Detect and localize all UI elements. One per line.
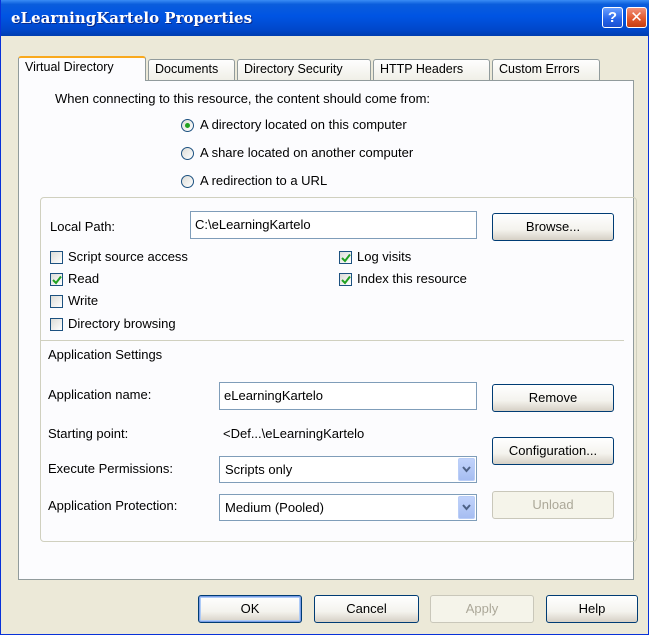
radio-local-directory[interactable] <box>181 119 194 132</box>
browse-button[interactable]: Browse... <box>492 213 614 241</box>
window-title: eLearningKartelo Properties <box>11 9 253 27</box>
radio-label-network-share[interactable]: A share located on another computer <box>200 145 413 160</box>
remove-button[interactable]: Remove <box>492 384 614 412</box>
unload-button[interactable]: Unload <box>492 491 614 519</box>
starting-point-value: <Def...\eLearningKartelo <box>223 426 365 441</box>
help-button[interactable]: Help <box>546 595 638 623</box>
label-write[interactable]: Write <box>68 293 98 308</box>
application-name-label: Application name: <box>48 387 152 402</box>
title-bar[interactable]: eLearningKartelo Properties ? ✕ <box>1 0 649 36</box>
checkmark-icon <box>341 253 351 263</box>
ok-button[interactable]: OK <box>198 595 302 623</box>
radio-network-share[interactable] <box>181 147 194 160</box>
label-script-source-access[interactable]: Script source access <box>68 249 188 264</box>
checkmark-icon <box>341 275 351 285</box>
properties-dialog: eLearningKartelo Properties ? ✕ Virtual … <box>0 0 649 635</box>
checkbox-directory-browsing[interactable] <box>50 318 63 331</box>
tab-documents[interactable]: Documents <box>148 59 235 80</box>
application-settings-heading: Application Settings <box>48 347 163 362</box>
starting-point-label: Starting point: <box>48 426 129 441</box>
radio-url-redirection[interactable] <box>181 175 194 188</box>
application-name-input[interactable]: eLearningKartelo <box>219 382 477 410</box>
apply-button[interactable]: Apply <box>430 595 534 623</box>
checkbox-log-visits[interactable] <box>339 251 352 264</box>
application-protection-label: Application Protection: <box>48 498 178 513</box>
checkbox-read[interactable] <box>50 273 63 286</box>
tab-http-headers[interactable]: HTTP Headers <box>373 59 490 80</box>
application-protection-value: Medium (Pooled) <box>225 500 324 515</box>
radio-label-url-redirection[interactable]: A redirection to a URL <box>200 173 327 188</box>
local-path-input[interactable]: C:\eLearningKartelo <box>190 211 477 239</box>
label-index-resource[interactable]: Index this resource <box>357 271 467 286</box>
help-icon[interactable]: ? <box>602 7 623 28</box>
tab-virtual-directory[interactable]: Virtual Directory <box>18 56 146 81</box>
execute-permissions-value: Scripts only <box>225 462 293 477</box>
tab-custom-errors[interactable]: Custom Errors <box>492 59 600 80</box>
checkbox-write[interactable] <box>50 295 63 308</box>
cancel-button[interactable]: Cancel <box>314 595 419 623</box>
label-directory-browsing[interactable]: Directory browsing <box>68 316 176 331</box>
chevron-down-icon[interactable] <box>458 458 475 481</box>
label-read[interactable]: Read <box>68 271 99 286</box>
checkbox-index-resource[interactable] <box>339 273 352 286</box>
label-log-visits[interactable]: Log visits <box>357 249 411 264</box>
chevron-down-icon[interactable] <box>458 496 475 519</box>
tab-directory-security[interactable]: Directory Security <box>237 59 371 80</box>
radio-label-local-directory[interactable]: A directory located on this computer <box>200 117 407 132</box>
execute-permissions-label: Execute Permissions: <box>48 461 173 476</box>
radio-selected-dot <box>185 123 190 128</box>
section-divider <box>41 340 624 341</box>
checkbox-script-source-access[interactable] <box>50 251 63 264</box>
content-source-prompt: When connecting to this resource, the co… <box>55 91 431 106</box>
local-path-label: Local Path: <box>50 219 116 234</box>
application-protection-select[interactable]: Medium (Pooled) <box>219 494 477 521</box>
execute-permissions-select[interactable]: Scripts only <box>219 456 477 483</box>
checkmark-icon <box>52 275 62 285</box>
close-icon[interactable]: ✕ <box>626 7 647 28</box>
configuration-button[interactable]: Configuration... <box>492 437 614 465</box>
